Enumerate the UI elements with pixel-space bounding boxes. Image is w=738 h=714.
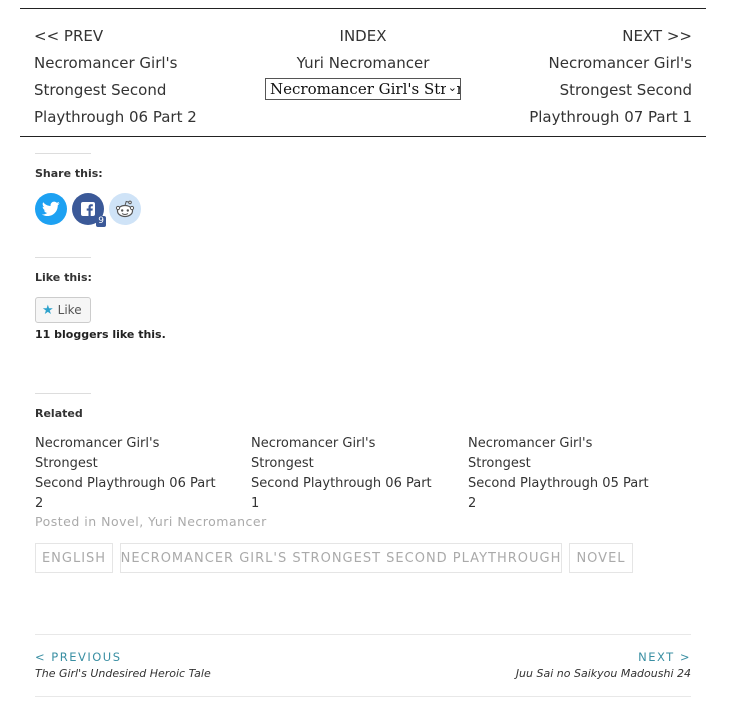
index-link[interactable]: INDEX bbox=[263, 23, 463, 50]
next-chapter-link[interactable]: NEXT >> Necromancer Girl's Strongest Sec… bbox=[529, 23, 692, 131]
category-link-novel[interactable]: Novel bbox=[101, 514, 139, 529]
category-separator: , bbox=[139, 514, 149, 529]
prev-label[interactable]: << PREV bbox=[34, 23, 197, 50]
chapter-select-value: Necromancer Girl's Strongest Second Play… bbox=[270, 80, 460, 98]
next-post-title[interactable]: Juu Sai no Saikyou Madoushi 24 bbox=[516, 667, 691, 680]
star-icon: ★ bbox=[42, 302, 54, 318]
chapter-navigation: << PREV Necromancer Girl's Strongest Sec… bbox=[20, 8, 706, 137]
related-post-3-line-2[interactable]: Second Playthrough 05 Part 2 bbox=[468, 474, 658, 514]
next-label[interactable]: NEXT >> bbox=[529, 23, 692, 50]
previous-post-label[interactable]: < PREVIOUS bbox=[35, 650, 122, 664]
like-button[interactable]: ★ Like bbox=[35, 297, 91, 323]
like-button-label: Like bbox=[57, 303, 82, 317]
tag-necromancer-girls-strongest-second-playthrough[interactable]: NECROMANCER GIRL'S STRONGEST SECOND PLAY… bbox=[120, 543, 562, 573]
twitter-icon bbox=[42, 201, 60, 217]
post-nav-bottom-rule bbox=[35, 696, 691, 697]
prev-title-line-2[interactable]: Strongest Second bbox=[34, 77, 197, 104]
index-column: INDEX Yuri Necromancer Necromancer Girl'… bbox=[263, 23, 463, 109]
related-divider bbox=[35, 393, 91, 394]
related-post-2-line-1[interactable]: Necromancer Girl's Strongest bbox=[251, 434, 441, 474]
prev-title-line-1[interactable]: Necromancer Girl's bbox=[34, 50, 197, 77]
previous-post-title[interactable]: The Girl's Undesired Heroic Tale bbox=[35, 667, 211, 680]
likes-count: 11 bloggers like this. bbox=[35, 328, 166, 341]
posted-in: Posted in Novel, Yuri Necromancer bbox=[35, 514, 267, 529]
post-nav-top-rule bbox=[35, 634, 691, 635]
next-post-label[interactable]: NEXT > bbox=[638, 650, 691, 664]
chevron-down-icon: ⌄ bbox=[445, 79, 457, 97]
prev-title-line-3[interactable]: Playthrough 06 Part 2 bbox=[34, 104, 197, 131]
related-post-3-line-1[interactable]: Necromancer Girl's Strongest bbox=[468, 434, 658, 474]
related-post-2[interactable]: Necromancer Girl's Strongest Second Play… bbox=[251, 434, 441, 514]
prev-chapter-link[interactable]: << PREV Necromancer Girl's Strongest Sec… bbox=[34, 23, 197, 131]
posted-in-prefix: Posted in bbox=[35, 514, 97, 529]
share-facebook-button[interactable]: 9 bbox=[72, 193, 106, 227]
facebook-icon bbox=[81, 202, 95, 216]
related-post-3[interactable]: Necromancer Girl's Strongest Second Play… bbox=[468, 434, 658, 514]
related-post-1[interactable]: Necromancer Girl's Strongest Second Play… bbox=[35, 434, 225, 514]
chapter-select[interactable]: Necromancer Girl's Strongest Second Play… bbox=[265, 78, 461, 100]
related-post-1-line-1[interactable]: Necromancer Girl's Strongest bbox=[35, 434, 225, 474]
share-divider bbox=[35, 153, 91, 154]
related-post-1-line-2[interactable]: Second Playthrough 06 Part 2 bbox=[35, 474, 225, 514]
tag-english[interactable]: ENGLISH bbox=[35, 543, 113, 573]
reddit-icon bbox=[115, 200, 135, 218]
facebook-share-count: 9 bbox=[96, 216, 106, 227]
share-title: Share this: bbox=[35, 167, 103, 180]
like-divider bbox=[35, 257, 91, 258]
tag-novel[interactable]: NOVEL bbox=[569, 543, 633, 573]
like-title: Like this: bbox=[35, 271, 92, 284]
related-title: Related bbox=[35, 407, 83, 420]
category-link-yuri-necromancer[interactable]: Yuri Necromancer bbox=[148, 514, 267, 529]
share-reddit-button[interactable] bbox=[109, 193, 141, 225]
next-title-line-2[interactable]: Strongest Second bbox=[529, 77, 692, 104]
related-post-2-line-2[interactable]: Second Playthrough 06 Part 1 bbox=[251, 474, 441, 514]
next-title-line-3[interactable]: Playthrough 07 Part 1 bbox=[529, 104, 692, 131]
share-twitter-button[interactable] bbox=[35, 193, 67, 225]
series-link[interactable]: Yuri Necromancer bbox=[263, 50, 463, 77]
next-title-line-1[interactable]: Necromancer Girl's bbox=[529, 50, 693, 77]
